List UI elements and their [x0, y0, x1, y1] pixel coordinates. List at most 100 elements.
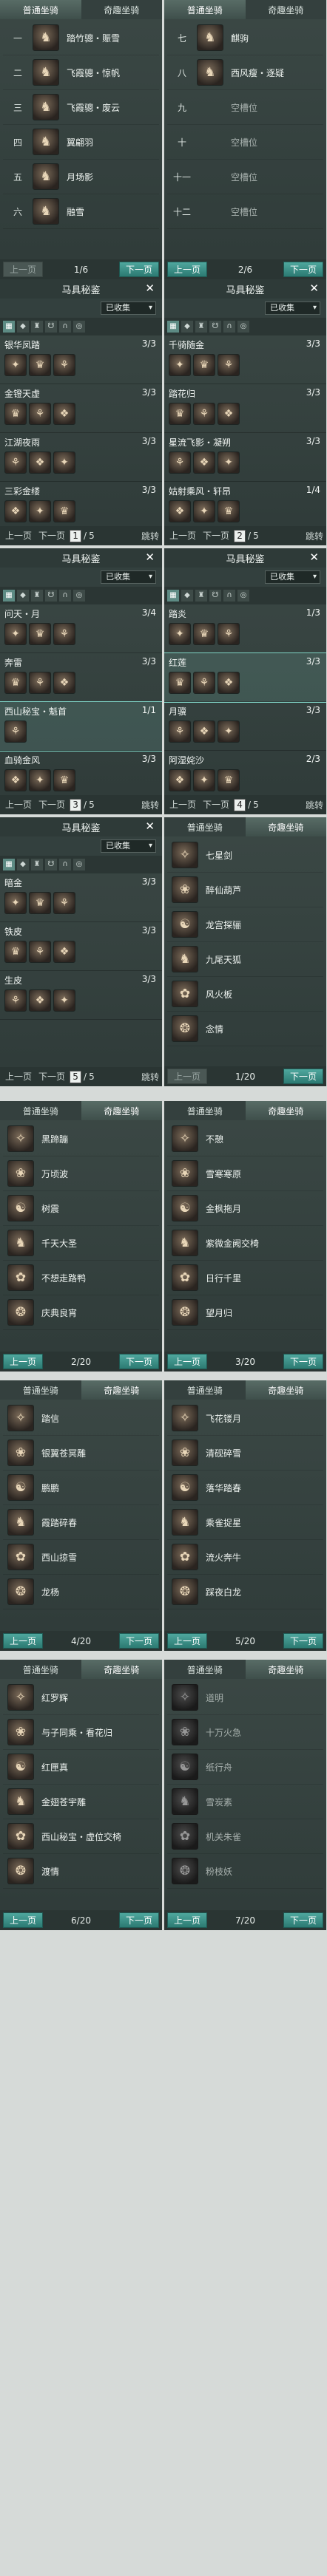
slot-filter-icon[interactable]: ∩ [223, 321, 235, 333]
tab-normal-mounts[interactable]: 普通坐骑 [164, 0, 246, 19]
slot-filter-icon[interactable]: ♜ [195, 321, 207, 333]
special-mount-row[interactable]: ☯ 树震 [3, 1191, 159, 1226]
tab-special-mounts[interactable]: 奇趣坐骑 [81, 0, 162, 19]
mount-slot-row[interactable]: 六 ♞ 融雪 [3, 194, 159, 229]
slot-filter-icon[interactable]: ▦ [167, 321, 179, 333]
slot-filter-icon[interactable]: ∩ [59, 859, 71, 870]
mount-slot-row[interactable]: 三 ♞ 飞霞骢・废云 [3, 90, 159, 125]
prev-page-button[interactable]: 上一页 [3, 798, 34, 811]
tab-normal-mounts[interactable]: 普通坐骑 [164, 1380, 246, 1400]
next-page-button[interactable]: 下一页 [283, 1069, 323, 1084]
mount-slot-row[interactable]: 七 ♞ 麒驹 [167, 21, 323, 55]
special-mount-row[interactable]: ♞ 乘雀捉星 [167, 1505, 323, 1540]
mount-slot-row[interactable]: 十 空槽位 [167, 125, 323, 160]
gear-set-row[interactable]: 问天・月 3/4 ✦ ♛ ⚘ [0, 604, 162, 653]
gear-set-row[interactable]: 暗金 3/3 ✦ ♛ ⚘ [0, 873, 162, 922]
gear-set-row[interactable]: 生皮 3/3 ⚘ ❖ ✦ [0, 971, 162, 1020]
tab-normal-mounts[interactable]: 普通坐骑 [0, 1660, 81, 1679]
jump-button[interactable]: 跳转 [141, 799, 159, 811]
gear-set-row[interactable]: 西山秘宝・魁首 1/1 ⚘ [0, 701, 162, 752]
tab-special-mounts[interactable]: 奇趣坐骑 [245, 1380, 326, 1400]
tab-special-mounts[interactable]: 奇趣坐骑 [245, 1101, 326, 1120]
special-mount-row[interactable]: ❀ 清砚碎雪 [167, 1436, 323, 1471]
next-page-button[interactable]: 下一页 [36, 1070, 67, 1083]
slot-filter-icon[interactable]: ☋ [209, 321, 221, 333]
prev-page-button[interactable]: 上一页 [167, 529, 198, 542]
jump-button[interactable]: 跳转 [141, 530, 159, 542]
slot-filter-icon[interactable]: ∩ [59, 321, 71, 333]
special-mount-row[interactable]: ✧ 飞花镂月 [167, 1401, 323, 1436]
special-mount-row[interactable]: ✿ 风火板 [167, 977, 323, 1012]
gear-set-row[interactable]: 银华凤踏 3/3 ✦ ♛ ⚘ [0, 335, 162, 384]
gear-set-row[interactable]: 红莲 3/3 ♛ ⚘ ❖ [164, 652, 326, 703]
mount-slot-row[interactable]: 四 ♞ 翼翩羽 [3, 125, 159, 160]
tab-special-mounts[interactable]: 奇趣坐骑 [81, 1380, 162, 1400]
slot-filter-icon[interactable]: ◎ [73, 590, 85, 602]
special-mount-row[interactable]: ☯ 金枫拖月 [167, 1191, 323, 1226]
next-page-button[interactable]: 下一页 [118, 1354, 159, 1369]
collection-filter-select[interactable]: 已收集 [101, 301, 156, 315]
tab-normal-mounts[interactable]: 普通坐骑 [164, 1101, 246, 1120]
special-mount-row[interactable]: ♞ 雪炭素 [167, 1785, 323, 1819]
jump-button[interactable]: 跳转 [141, 1071, 159, 1083]
slot-filter-icon[interactable]: ▦ [3, 321, 15, 333]
tab-special-mounts[interactable]: 奇趣坐骑 [245, 0, 326, 19]
special-mount-row[interactable]: ☯ 纸行舟 [167, 1750, 323, 1785]
slot-filter-icon[interactable]: ◎ [73, 859, 85, 870]
next-page-button[interactable]: 下一页 [118, 1633, 159, 1649]
special-mount-row[interactable]: ✧ 不憩 [167, 1122, 323, 1156]
gear-set-row[interactable]: 踏炎 1/3 ✦ ♛ ⚘ [164, 604, 326, 653]
gear-set-row[interactable]: 阿湿姹沙 2/3 ❖ ✦ ♛ [164, 751, 326, 800]
tab-special-mounts[interactable]: 奇趣坐骑 [81, 1660, 162, 1679]
gear-set-row[interactable]: 金镫天虚 3/3 ♛ ⚘ ❖ [0, 384, 162, 433]
collection-filter-select[interactable]: 已收集 [101, 570, 156, 584]
slot-filter-icon[interactable]: ☋ [209, 590, 221, 602]
mount-slot-row[interactable]: 十一 空槽位 [167, 160, 323, 194]
special-mount-row[interactable]: ❀ 雪寒寒原 [167, 1156, 323, 1191]
special-mount-row[interactable]: ✿ 不想走路鸭 [3, 1261, 159, 1295]
next-page-button[interactable]: 下一页 [200, 798, 232, 811]
special-mount-row[interactable]: ❀ 万顷波 [3, 1156, 159, 1191]
slot-filter-icon[interactable]: ▦ [3, 859, 15, 870]
page-number-input[interactable]: 3 [70, 798, 82, 811]
special-mount-row[interactable]: ☯ 龙宫探骊 [167, 907, 323, 942]
next-page-button[interactable]: 下一页 [36, 529, 67, 542]
tab-normal-mounts[interactable]: 普通坐骑 [164, 817, 246, 836]
special-mount-row[interactable]: ✧ 踏信 [3, 1401, 159, 1436]
next-page-button[interactable]: 下一页 [36, 798, 67, 811]
gear-set-row[interactable]: 踏花归 3/3 ♛ ⚘ ❖ [164, 384, 326, 433]
gear-set-row[interactable]: 江湖夜雨 3/3 ⚘ ❖ ✦ [0, 433, 162, 482]
next-page-button[interactable]: 下一页 [283, 1633, 323, 1649]
special-mount-row[interactable]: ✧ 道明 [167, 1680, 323, 1715]
prev-page-button[interactable]: 上一页 [167, 1633, 208, 1649]
prev-page-button[interactable]: 上一页 [3, 1354, 44, 1369]
slot-filter-icon[interactable]: ▦ [167, 590, 179, 602]
collection-filter-select[interactable]: 已收集 [101, 839, 156, 853]
special-mount-row[interactable]: ✧ 七星剑 [167, 838, 323, 873]
next-page-button[interactable]: 下一页 [118, 1912, 159, 1928]
slot-filter-icon[interactable]: ◎ [237, 590, 249, 602]
prev-page-button[interactable]: 上一页 [167, 798, 198, 811]
special-mount-row[interactable]: ♞ 金翅苍宇雕 [3, 1785, 159, 1819]
mount-slot-row[interactable]: 五 ♞ 月场影 [3, 160, 159, 194]
close-icon[interactable]: ✕ [309, 551, 319, 564]
close-icon[interactable]: ✕ [145, 820, 155, 833]
gear-set-row[interactable]: 血骑金风 3/3 ❖ ✦ ♛ [0, 751, 162, 800]
special-mount-row[interactable]: ✿ 机关朱雀 [167, 1819, 323, 1854]
prev-page-button[interactable]: 上一页 [167, 1912, 208, 1928]
special-mount-row[interactable]: ✿ 西山掠雪 [3, 1540, 159, 1575]
tab-normal-mounts[interactable]: 普通坐骑 [164, 1660, 246, 1679]
gear-set-row[interactable]: 姑射乘风・轩昂 1/4 ❖ ✦ ♛ [164, 482, 326, 531]
special-mount-row[interactable]: ✧ 黑蹄蹦 [3, 1122, 159, 1156]
tab-special-mounts[interactable]: 奇趣坐骑 [245, 1660, 326, 1679]
special-mount-row[interactable]: ❀ 十万火急 [167, 1715, 323, 1750]
special-mount-row[interactable]: ☯ 落华踏春 [167, 1471, 323, 1505]
slot-filter-icon[interactable]: ♜ [31, 859, 43, 870]
slot-filter-icon[interactable]: ◆ [17, 321, 29, 333]
jump-button[interactable]: 跳转 [306, 799, 323, 811]
tab-normal-mounts[interactable]: 普通坐骑 [0, 1101, 81, 1120]
special-mount-row[interactable]: ♞ 千天大圣 [3, 1226, 159, 1261]
jump-button[interactable]: 跳转 [306, 530, 323, 542]
tab-special-mounts[interactable]: 奇趣坐骑 [245, 817, 326, 836]
slot-filter-icon[interactable]: ◎ [237, 321, 249, 333]
